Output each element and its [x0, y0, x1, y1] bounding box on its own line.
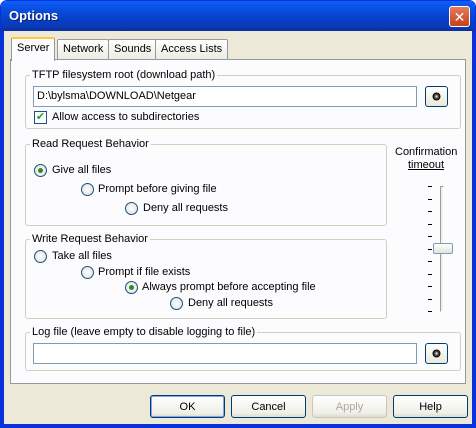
slider-tick: [428, 211, 432, 212]
write-deny-all-label: Deny all requests: [188, 297, 273, 309]
help-button[interactable]: Help: [393, 395, 468, 418]
apply-button-label: Apply: [335, 400, 364, 413]
tab-label: Access Lists: [161, 43, 223, 55]
slider-tick: [428, 249, 432, 250]
browse-icon: [432, 92, 441, 101]
ok-button[interactable]: OK: [150, 395, 225, 418]
close-button[interactable]: ✕: [449, 6, 470, 27]
tab-sounds[interactable]: Sounds: [108, 39, 158, 59]
help-button-label: Help: [419, 400, 442, 413]
tab-network[interactable]: Network: [57, 39, 110, 59]
prompt-before-giving-radio[interactable]: [81, 183, 94, 196]
window-border-bottom: [1, 424, 475, 427]
prompt-before-giving-label: Prompt before giving file: [98, 183, 217, 195]
log-file-legend: Log file (leave empty to disable logging…: [32, 326, 256, 338]
write-request-legend: Write Request Behavior: [32, 233, 148, 245]
allow-subdirectories-label: Allow access to subdirectories: [52, 111, 200, 123]
tab-access-lists[interactable]: Access Lists: [155, 39, 229, 59]
slider-tick: [428, 261, 432, 262]
tab-label: Sounds: [114, 43, 152, 55]
checkmark-icon: ✔: [35, 111, 46, 123]
cancel-button[interactable]: Cancel: [231, 395, 306, 418]
timeout-label: timeout: [407, 159, 445, 171]
server-tab-panel: TFTP filesystem root (download path) D:\…: [10, 59, 466, 384]
title-bar[interactable]: Options ✕: [1, 1, 475, 31]
prompt-if-exists-label: Prompt if file exists: [98, 266, 191, 278]
tab-server[interactable]: Server: [11, 37, 56, 61]
slider-tick: [428, 299, 432, 300]
tab-label: Network: [63, 43, 104, 55]
confirmation-label: Confirmation: [395, 146, 458, 158]
log-file-input[interactable]: [33, 343, 417, 364]
read-deny-all-label: Deny all requests: [143, 202, 228, 214]
allow-subdirectories-checkbox[interactable]: ✔: [34, 111, 47, 124]
give-all-files-radio[interactable]: [34, 164, 47, 177]
slider-tick: [428, 286, 432, 287]
apply-button[interactable]: Apply: [312, 395, 387, 418]
tftp-root-legend: TFTP filesystem root (download path): [32, 69, 216, 81]
read-deny-all-radio[interactable]: [125, 202, 138, 215]
confirmation-timeout-slider-thumb[interactable]: [433, 243, 453, 254]
options-dialog: Options ✕ Server Network Sounds Access L…: [0, 0, 476, 428]
give-all-files-label: Give all files: [52, 164, 112, 176]
slider-tick: [428, 236, 432, 237]
window-title: Options: [9, 8, 59, 23]
ok-button-label: OK: [179, 400, 196, 413]
tftp-root-path-value: D:\bylsma\DOWNLOAD\Netgear: [37, 90, 196, 102]
take-all-files-label: Take all files: [52, 250, 112, 262]
browse-icon: [432, 349, 441, 358]
window-border-left: [1, 31, 4, 427]
slider-tick: [428, 311, 432, 312]
tab-label: Server: [17, 42, 50, 54]
write-deny-all-radio[interactable]: [170, 297, 183, 310]
slider-tick: [428, 186, 432, 187]
cancel-button-label: Cancel: [251, 400, 286, 413]
window-border-right: [472, 31, 475, 427]
tftp-root-path-input[interactable]: D:\bylsma\DOWNLOAD\Netgear: [33, 86, 417, 107]
take-all-files-radio[interactable]: [34, 250, 47, 263]
slider-tick: [428, 224, 432, 225]
read-request-legend: Read Request Behavior: [32, 138, 149, 150]
tftp-root-browse-button[interactable]: [425, 86, 448, 107]
close-icon: ✕: [453, 8, 466, 25]
prompt-if-exists-radio[interactable]: [81, 266, 94, 279]
always-prompt-radio[interactable]: [125, 281, 138, 294]
always-prompt-label: Always prompt before accepting file: [142, 281, 316, 293]
slider-tick: [428, 274, 432, 275]
log-file-browse-button[interactable]: [425, 343, 448, 364]
slider-tick: [428, 199, 432, 200]
